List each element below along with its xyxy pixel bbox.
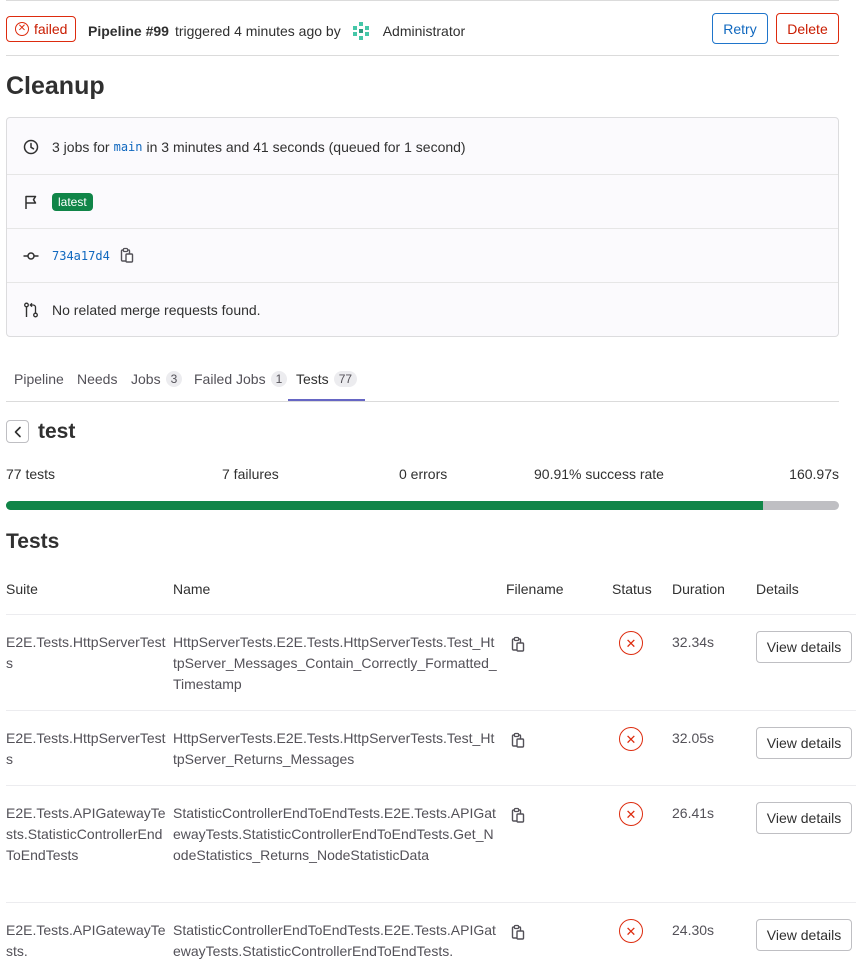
branch-link[interactable]: main xyxy=(114,140,143,154)
tests-heading: Tests xyxy=(6,530,60,553)
jobs-row: 3 jobs for main in 3 minutes and 41 seco… xyxy=(7,120,838,174)
page-title: Cleanup xyxy=(6,72,105,100)
duration-cell: 24.30s xyxy=(672,922,715,938)
flag-icon xyxy=(23,194,39,210)
duration-cell: 32.05s xyxy=(672,730,715,746)
copy-filename-icon[interactable] xyxy=(511,924,527,940)
view-details-button[interactable]: View details xyxy=(756,631,852,663)
tab-failed-jobs[interactable]: Failed Jobs 1 xyxy=(194,358,288,400)
copy-filename-icon[interactable] xyxy=(511,732,527,748)
copy-filename-icon[interactable] xyxy=(511,807,527,823)
top-border xyxy=(6,0,839,1)
tab-tests[interactable]: Tests 77 xyxy=(287,358,366,401)
tab-count: 77 xyxy=(333,371,358,387)
tab-pipeline[interactable]: Pipeline xyxy=(14,358,64,400)
tab-count: 3 xyxy=(165,371,183,387)
header-divider xyxy=(6,55,839,56)
table-row: E2E.Tests.APIGatewayTests. StatisticCont… xyxy=(6,903,856,965)
commit-row: 734a17d4 xyxy=(7,229,838,283)
name-cell: HttpServerTests.E2E.Tests.HttpServerTest… xyxy=(173,634,497,692)
jobs-suffix: in 3 minutes and 41 seconds (queued for … xyxy=(146,139,466,155)
tab-label: Needs xyxy=(77,371,118,387)
name-cell: StatisticControllerEndToEndTests.E2E.Tes… xyxy=(173,805,496,863)
success-progress-bar xyxy=(6,501,839,510)
merge-requests-row: No related merge requests found. xyxy=(7,283,838,337)
tab-label: Failed Jobs xyxy=(194,371,266,387)
job-title: test xyxy=(38,420,76,443)
pipeline-tabs: Pipeline Needs Jobs 3 Failed Jobs 1 Test… xyxy=(6,358,839,402)
tab-count: 1 xyxy=(270,371,288,387)
back-button[interactable] xyxy=(6,420,29,443)
name-cell: HttpServerTests.E2E.Tests.HttpServerTest… xyxy=(173,730,495,767)
failed-status-icon: ✕ xyxy=(619,802,643,826)
header-suite: Suite xyxy=(6,581,38,597)
success-rate: 90.91% success rate xyxy=(534,466,664,482)
view-details-button[interactable]: View details xyxy=(756,727,852,759)
tags-row: latest xyxy=(7,175,838,229)
triggered-text: triggered 4 minutes ago by xyxy=(174,23,341,39)
header-name: Name xyxy=(173,581,211,597)
table-row: E2E.Tests.HttpServerTests HttpServerTest… xyxy=(6,615,856,711)
suite-cell: E2E.Tests.HttpServerTests xyxy=(6,634,166,671)
table-row: E2E.Tests.HttpServerTests HttpServerTest… xyxy=(6,711,856,786)
status-badge-failed[interactable]: ✕ failed xyxy=(6,16,76,42)
clock-icon xyxy=(23,139,39,155)
table-row: E2E.Tests.APIGatewayTests.StatisticContr… xyxy=(6,786,856,903)
duration-cell: 32.34s xyxy=(672,634,715,650)
total-tests: 77 tests xyxy=(6,466,56,482)
jobs-prefix: 3 jobs for xyxy=(52,139,110,155)
tab-label: Tests xyxy=(296,371,329,387)
merge-request-icon xyxy=(23,302,39,318)
duration-cell: 26.41s xyxy=(672,805,715,821)
status-label: failed xyxy=(34,21,68,37)
pipeline-id: Pipeline #99 xyxy=(88,23,169,39)
latest-badge: latest xyxy=(52,193,93,211)
copy-sha-icon[interactable] xyxy=(120,247,134,266)
pipeline-info-box: 3 jobs for main in 3 minutes and 41 seco… xyxy=(6,117,839,337)
header-duration: Duration xyxy=(672,581,725,597)
tab-label: Pipeline xyxy=(14,371,64,387)
failed-icon: ✕ xyxy=(15,22,29,36)
header-details: Details xyxy=(756,581,799,597)
total-duration: 160.97s xyxy=(789,466,839,482)
chevron-left-icon xyxy=(14,426,21,437)
delete-button[interactable]: Delete xyxy=(776,13,839,44)
header-status: Status xyxy=(612,581,652,597)
user-name[interactable]: Administrator xyxy=(383,23,465,39)
tab-label: Jobs xyxy=(131,371,161,387)
copy-filename-icon[interactable] xyxy=(511,636,527,652)
view-details-button[interactable]: View details xyxy=(756,919,852,951)
failed-status-icon: ✕ xyxy=(619,919,643,943)
tab-jobs[interactable]: Jobs 3 xyxy=(131,358,183,400)
failures-count: 7 failures xyxy=(222,466,279,482)
pipeline-summary: Pipeline #99 triggered 4 minutes ago by … xyxy=(88,21,465,41)
commit-icon xyxy=(23,248,39,264)
name-cell: StatisticControllerEndToEndTests.E2E.Tes… xyxy=(173,922,496,959)
errors-count: 0 errors xyxy=(399,466,448,482)
suite-cell: E2E.Tests.APIGatewayTests.StatisticContr… xyxy=(6,805,166,863)
success-progress-fill xyxy=(6,501,764,510)
merge-requests-text: No related merge requests found. xyxy=(52,302,261,318)
suite-cell: E2E.Tests.APIGatewayTests. xyxy=(6,922,166,959)
suite-cell: E2E.Tests.HttpServerTests xyxy=(6,730,166,767)
failed-status-icon: ✕ xyxy=(619,727,643,751)
failed-status-icon: ✕ xyxy=(619,631,643,655)
header-filename: Filename xyxy=(506,581,564,597)
tab-needs[interactable]: Needs xyxy=(77,358,117,400)
commit-sha-link[interactable]: 734a17d4 xyxy=(52,249,110,263)
view-details-button[interactable]: View details xyxy=(756,802,852,834)
avatar[interactable] xyxy=(351,21,371,41)
retry-button[interactable]: Retry xyxy=(712,13,768,44)
